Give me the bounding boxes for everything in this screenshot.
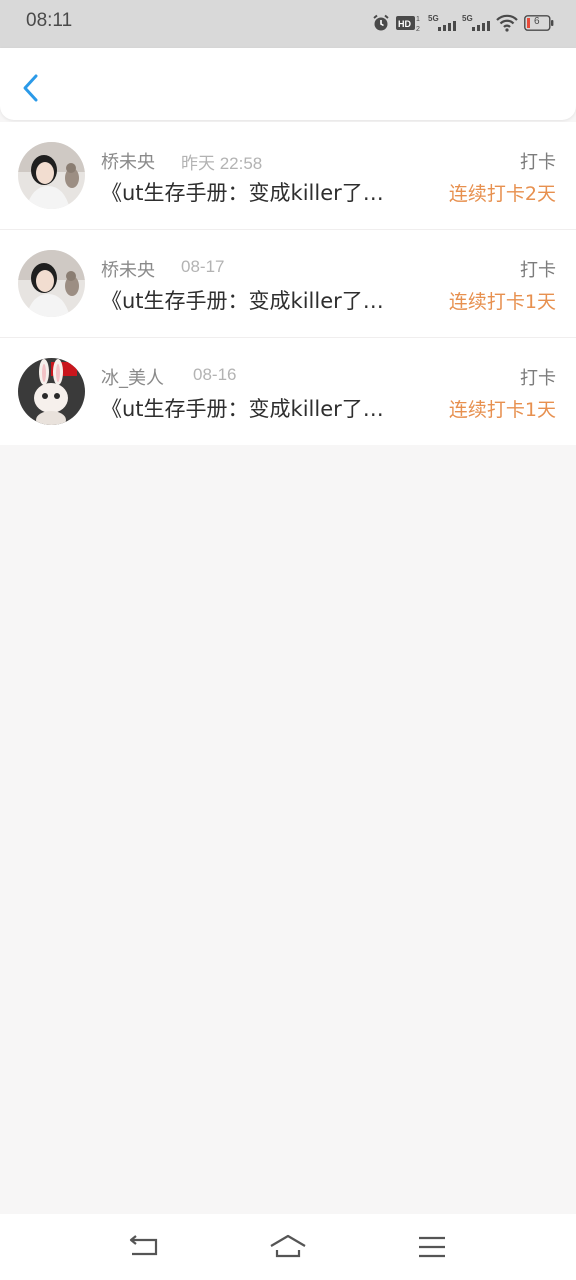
book-title[interactable]: 《ut生存手册：变成killer了… [101, 393, 384, 423]
record-type: 打卡 [520, 368, 556, 389]
user-name: 桥未央 [101, 152, 155, 173]
list-item[interactable]: 桥未央 昨天 22:58 打卡 《ut生存手册：变成killer了… 连续打卡2… [0, 122, 576, 229]
chevron-left-icon [23, 74, 38, 102]
battery-level: 6 [534, 16, 540, 27]
svg-text:HD: HD [398, 19, 411, 29]
user-name: 桥未央 [101, 260, 155, 281]
signal-5g-icon: 5G [428, 14, 456, 31]
svg-text:5G: 5G [428, 14, 439, 23]
alarm-icon [373, 14, 389, 31]
streak-label: 连续打卡2天 [448, 183, 556, 205]
header [0, 48, 576, 120]
wifi-icon [496, 14, 518, 32]
list-item[interactable]: 桥未央 08-17 打卡 《ut生存手册：变成killer了… 连续打卡1天 [0, 229, 576, 337]
list-item[interactable]: 冰_美人 08-16 打卡 《ut生存手册：变成killer了… 连续打卡1天 [0, 337, 576, 445]
system-nav-bar [0, 1214, 576, 1280]
streak-label: 连续打卡1天 [448, 291, 556, 313]
menu-nav-icon [419, 1236, 445, 1258]
post-time: 昨天 22:58 [181, 154, 263, 173]
status-bar: 08:11 HD 1 2 5G 5G 6 [0, 0, 576, 48]
record-type: 打卡 [520, 260, 556, 281]
nav-home-button[interactable] [268, 1232, 308, 1262]
post-time: 08-17 [181, 257, 225, 276]
nav-back-button[interactable] [124, 1232, 164, 1262]
user-name: 冰_美人 [101, 368, 164, 389]
svg-text:1: 1 [416, 16, 420, 23]
svg-text:5G: 5G [462, 14, 473, 23]
nav-menu-button[interactable] [412, 1232, 452, 1262]
avatar[interactable] [18, 250, 85, 317]
home-nav-icon [270, 1234, 306, 1258]
post-time: 08-16 [193, 365, 237, 384]
signal-5g-icon: 5G [462, 14, 490, 31]
record-type: 打卡 [520, 152, 556, 173]
avatar[interactable] [18, 358, 85, 425]
hd-icon: HD 1 2 [396, 16, 420, 33]
book-title[interactable]: 《ut生存手册：变成killer了… [101, 285, 384, 315]
status-icons: HD 1 2 5G 5G 6 [372, 12, 554, 34]
back-nav-icon [129, 1235, 158, 1256]
battery-icon: 6 [524, 15, 554, 31]
book-title[interactable]: 《ut生存手册：变成killer了… [101, 177, 384, 207]
status-time: 08:11 [26, 10, 73, 31]
avatar[interactable] [18, 142, 85, 209]
streak-label: 连续打卡1天 [448, 399, 556, 421]
svg-text:2: 2 [416, 26, 420, 33]
checkin-list: 桥未央 昨天 22:58 打卡 《ut生存手册：变成killer了… 连续打卡2… [0, 122, 576, 445]
back-button[interactable] [14, 68, 48, 108]
